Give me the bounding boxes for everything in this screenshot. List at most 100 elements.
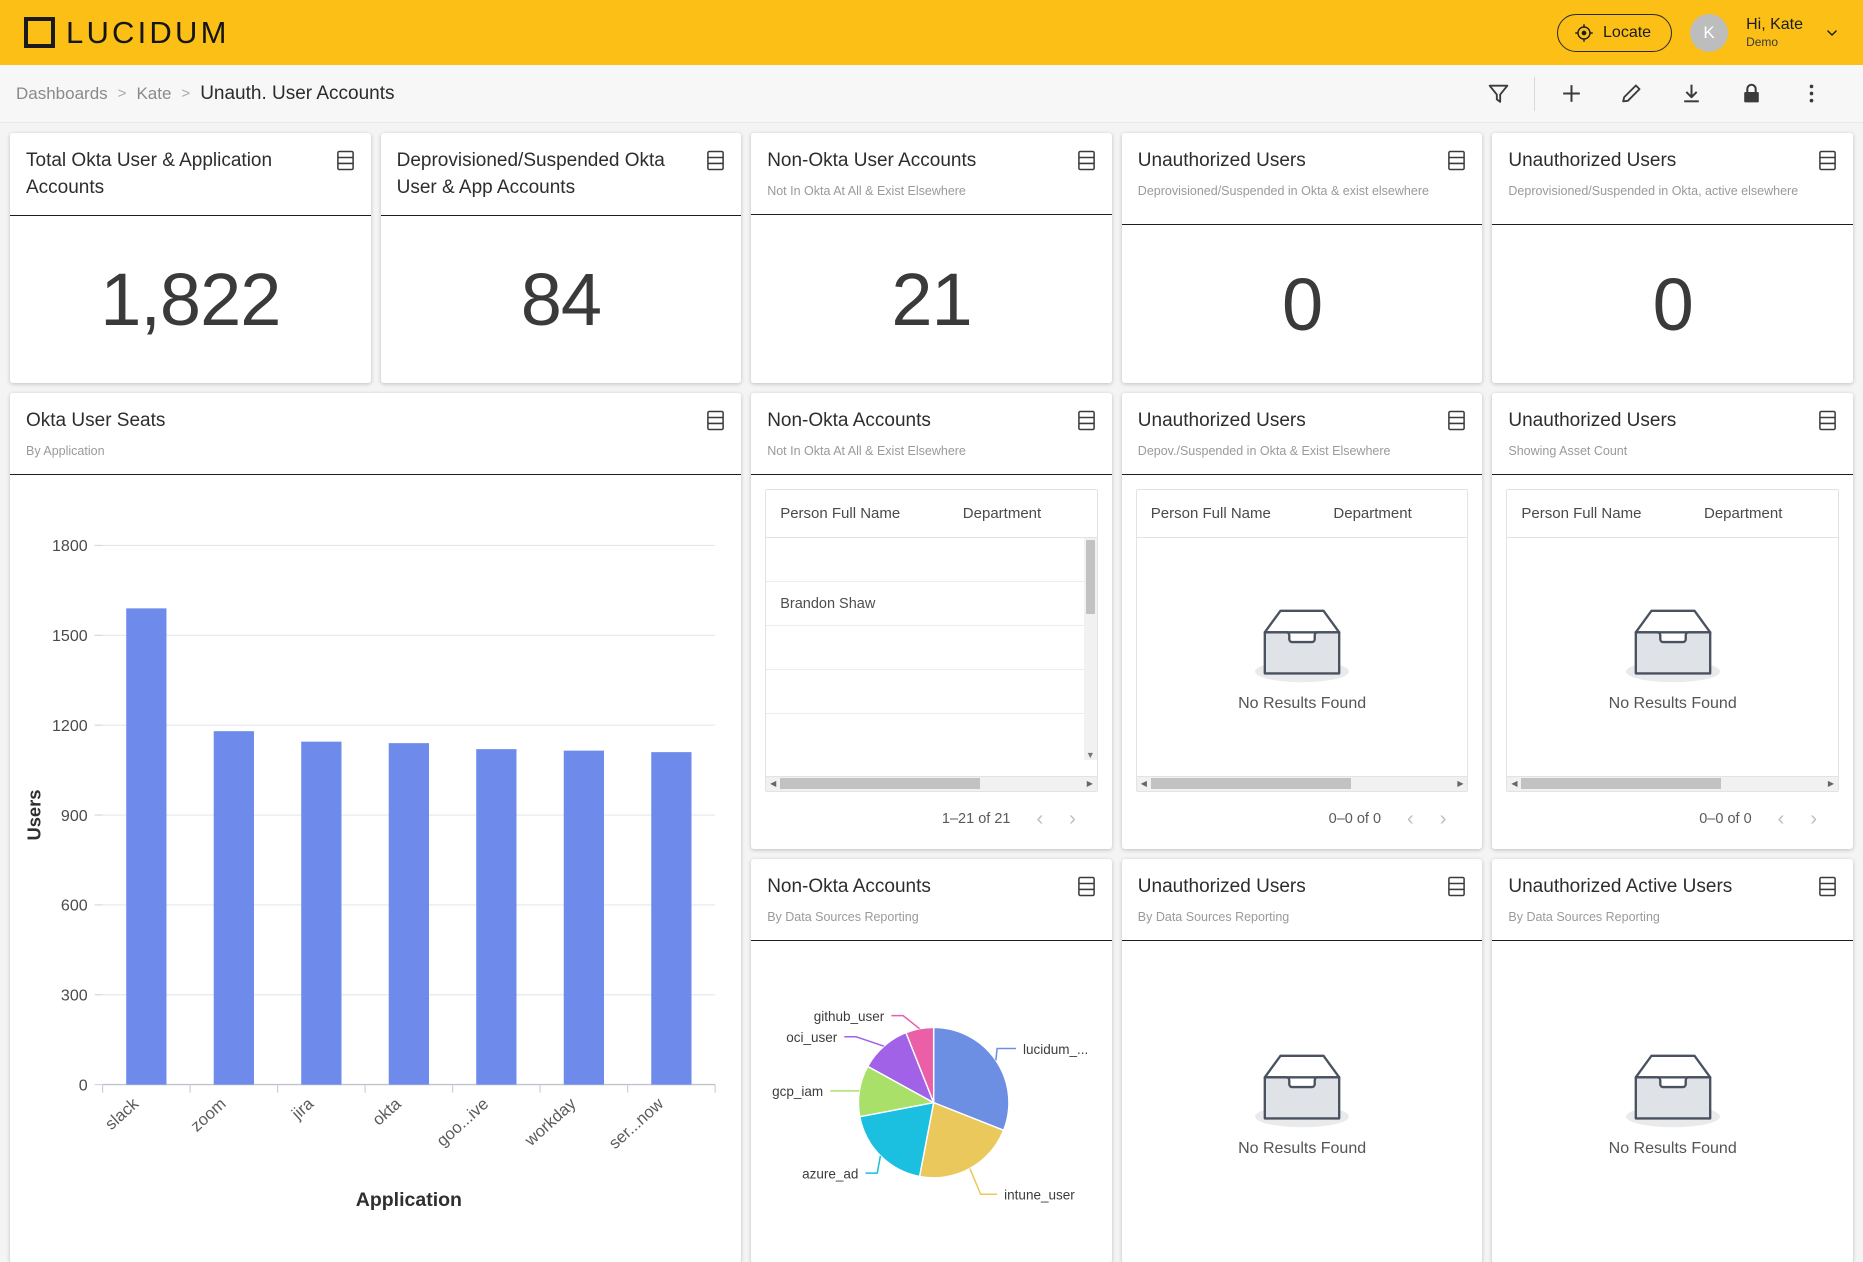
kpi-card-total-okta[interactable]: Total Okta User & Application Accounts 1…	[10, 133, 371, 383]
table-vertical-scrollbar[interactable]: ▼	[1083, 538, 1097, 760]
table-view-icon[interactable]	[1818, 150, 1837, 171]
table-container: Person Full Name Department No Results F…	[1492, 475, 1853, 848]
table-view-icon[interactable]	[1077, 150, 1096, 171]
data-table: Person Full Name Department No Results F…	[1135, 489, 1469, 792]
kpi-value: 1,822	[100, 257, 281, 341]
scroll-right-arrow-icon[interactable]: ▶	[1453, 779, 1467, 788]
table-container: Person Full Name Department Brandon Shaw…	[751, 475, 1112, 848]
brand-logo[interactable]: LUCIDUM	[24, 15, 230, 51]
scrollbar-thumb[interactable]	[1150, 778, 1351, 790]
lucidum-square-icon	[24, 17, 55, 48]
table-view-icon[interactable]	[706, 410, 725, 431]
unauthorized-users-table-card[interactable]: Unauthorized Users Depov./Suspended in O…	[1121, 393, 1483, 849]
unauthorized-users-asset-count-card[interactable]: Unauthorized Users Showing Asset Count P…	[1492, 393, 1853, 849]
edit-button[interactable]	[1611, 74, 1651, 114]
scroll-down-caret-icon[interactable]: ▼	[1086, 750, 1095, 760]
column-header-department[interactable]: Department	[1704, 505, 1824, 522]
card-header: Non-Okta Accounts Not In Okta At All & E…	[751, 393, 1112, 476]
table-row[interactable]	[766, 670, 1097, 715]
card-title: Unauthorized Users	[1137, 150, 1306, 171]
table-row[interactable]: Brandon Shaw	[766, 582, 1097, 627]
table-pagination: 0–0 of 0 ‹ ›	[1136, 792, 1469, 849]
table-row[interactable]	[766, 538, 1097, 583]
scroll-right-arrow-icon[interactable]: ▶	[1083, 779, 1097, 788]
unauthorized-users-by-source-card[interactable]: Unauthorized Users By Data Sources Repor…	[1121, 858, 1483, 1262]
pie-slice-label: oci_user	[786, 1030, 838, 1045]
scrollbar-thumb[interactable]	[780, 778, 980, 790]
non-okta-accounts-table-card[interactable]: Non-Okta Accounts Not In Okta At All & E…	[751, 393, 1112, 849]
table-view-icon[interactable]	[1077, 410, 1096, 431]
card-header: Non-Okta User Accounts Not In Okta At Al…	[751, 133, 1112, 216]
next-page-button[interactable]: ›	[1440, 808, 1447, 831]
breadcrumb-dashboards[interactable]: Dashboards	[16, 84, 108, 104]
next-page-button[interactable]: ›	[1810, 808, 1817, 831]
breadcrumb-owner[interactable]: Kate	[136, 84, 171, 104]
table-view-icon[interactable]	[336, 150, 355, 171]
previous-page-button[interactable]: ‹	[1407, 808, 1414, 831]
lock-button[interactable]	[1731, 74, 1771, 114]
scroll-left-arrow-icon[interactable]: ◀	[766, 779, 780, 788]
scrollbar-thumb[interactable]	[1085, 540, 1095, 615]
download-button[interactable]	[1671, 74, 1711, 114]
table-view-icon[interactable]	[1077, 876, 1096, 897]
column-header-department[interactable]: Department	[963, 505, 1083, 522]
next-page-button[interactable]: ›	[1069, 808, 1076, 831]
column-header-person-full-name[interactable]: Person Full Name	[1151, 505, 1334, 522]
kpi-card-non-okta-user-accounts[interactable]: Non-Okta User Accounts Not In Okta At Al…	[751, 133, 1112, 383]
previous-page-button[interactable]: ‹	[1036, 808, 1043, 831]
scroll-right-arrow-icon[interactable]: ▶	[1824, 779, 1838, 788]
table-view-icon[interactable]	[1818, 410, 1837, 431]
table-view-icon[interactable]	[706, 150, 725, 171]
scroll-left-arrow-icon[interactable]: ◀	[1137, 779, 1151, 788]
table-view-icon[interactable]	[1818, 876, 1837, 897]
card-title: Okta User Seats	[26, 410, 166, 431]
breadcrumb-separator-2: >	[181, 85, 191, 102]
pagination-range: 0–0 of 0	[1699, 811, 1752, 828]
table-horizontal-scrollbar[interactable]: ◀ ▶	[1507, 775, 1838, 791]
scrollbar-track[interactable]	[1150, 778, 1454, 790]
scroll-left-arrow-icon[interactable]: ◀	[1507, 779, 1521, 788]
bar-chart[interactable]: 0 300 600 900 1200 1500 1800 slack zoom jira okta g…	[20, 489, 731, 1262]
column-header-person-full-name[interactable]: Person Full Name	[1521, 505, 1704, 522]
non-okta-accounts-pie-card[interactable]: Non-Okta Accounts By Data Sources Report…	[751, 858, 1112, 1262]
card-title: Unauthorized Active Users	[1508, 875, 1733, 897]
pie-chart[interactable]: lucidum_... intune_user azure_ad gcp_iam oci…	[755, 945, 1108, 1259]
unauthorized-active-users-by-source-card[interactable]: Unauthorized Active Users By Data Source…	[1492, 858, 1853, 1262]
kpi-card-unauthorized-users-exist[interactable]: Unauthorized Users Deprovisioned/Suspend…	[1121, 133, 1483, 383]
kpi-card-unauthorized-users-active[interactable]: Unauthorized Users Deprovisioned/Suspend…	[1492, 133, 1853, 383]
svg-text:zoom: zoom	[187, 1094, 230, 1135]
filter-button[interactable]	[1478, 74, 1518, 114]
svg-text:600: 600	[61, 897, 88, 915]
table-pagination: 1–21 of 21 ‹ ›	[765, 792, 1098, 849]
locate-button[interactable]: Locate	[1557, 13, 1673, 52]
user-menu[interactable]: Hi, Kate Demo	[1746, 15, 1803, 50]
table-row[interactable]	[766, 626, 1097, 671]
empty-state-text: No Results Found	[1238, 1139, 1367, 1157]
scrollbar-track[interactable]	[780, 778, 1083, 790]
add-button[interactable]	[1551, 74, 1591, 114]
table-view-icon[interactable]	[1447, 150, 1466, 171]
table-view-icon[interactable]	[1447, 876, 1466, 897]
scrollbar-track[interactable]	[1521, 778, 1824, 790]
kpi-card-deprovisioned-okta[interactable]: Deprovisioned/Suspended Okta User & App …	[380, 133, 742, 383]
svg-text:1200: 1200	[52, 717, 88, 735]
scrollbar-thumb[interactable]	[1521, 778, 1722, 790]
empty-state: No Results Found	[1507, 538, 1838, 775]
kpi-value: 84	[520, 257, 602, 341]
okta-user-seats-card[interactable]: Okta User Seats By Application 0 300 600 90…	[10, 393, 742, 1262]
column-header-person-full-name[interactable]: Person Full Name	[780, 505, 963, 522]
table-header-row: Person Full Name Department	[1507, 490, 1838, 539]
avatar[interactable]: K	[1690, 13, 1729, 52]
table-view-icon[interactable]	[1447, 410, 1466, 431]
chevron-down-icon[interactable]	[1825, 26, 1839, 40]
table-horizontal-scrollbar[interactable]: ◀ ▶	[766, 775, 1097, 791]
card-title: Unauthorized Users	[1508, 410, 1677, 431]
table-horizontal-scrollbar[interactable]: ◀ ▶	[1136, 775, 1468, 791]
brand-name: LUCIDUM	[66, 14, 230, 50]
column-header-department[interactable]: Department	[1333, 505, 1453, 522]
add-icon	[1562, 85, 1580, 102]
page-title: Unauth. User Accounts	[200, 82, 395, 104]
previous-page-button[interactable]: ‹	[1778, 808, 1785, 831]
more-button[interactable]	[1791, 74, 1831, 114]
svg-text:300: 300	[61, 987, 88, 1005]
